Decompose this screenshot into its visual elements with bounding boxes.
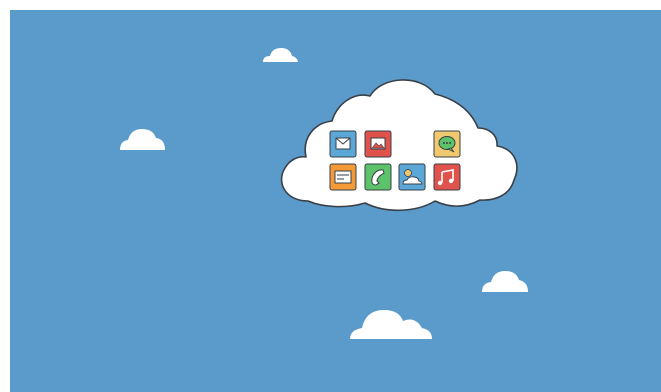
illustration-canvas (10, 10, 661, 392)
cloud-computing-illustration (10, 10, 661, 392)
card-app-tile[interactable] (329, 163, 357, 191)
mail-icon (335, 137, 351, 150)
chat-app-tile[interactable] (433, 130, 461, 158)
card-icon (334, 170, 352, 184)
music-app-tile[interactable] (433, 163, 461, 191)
phone-app-tile[interactable] (364, 163, 392, 191)
image-icon (370, 137, 386, 150)
photo-app-tile[interactable] (364, 130, 392, 158)
mail-app-tile[interactable] (329, 130, 357, 158)
weather-app-tile[interactable] (398, 163, 426, 191)
